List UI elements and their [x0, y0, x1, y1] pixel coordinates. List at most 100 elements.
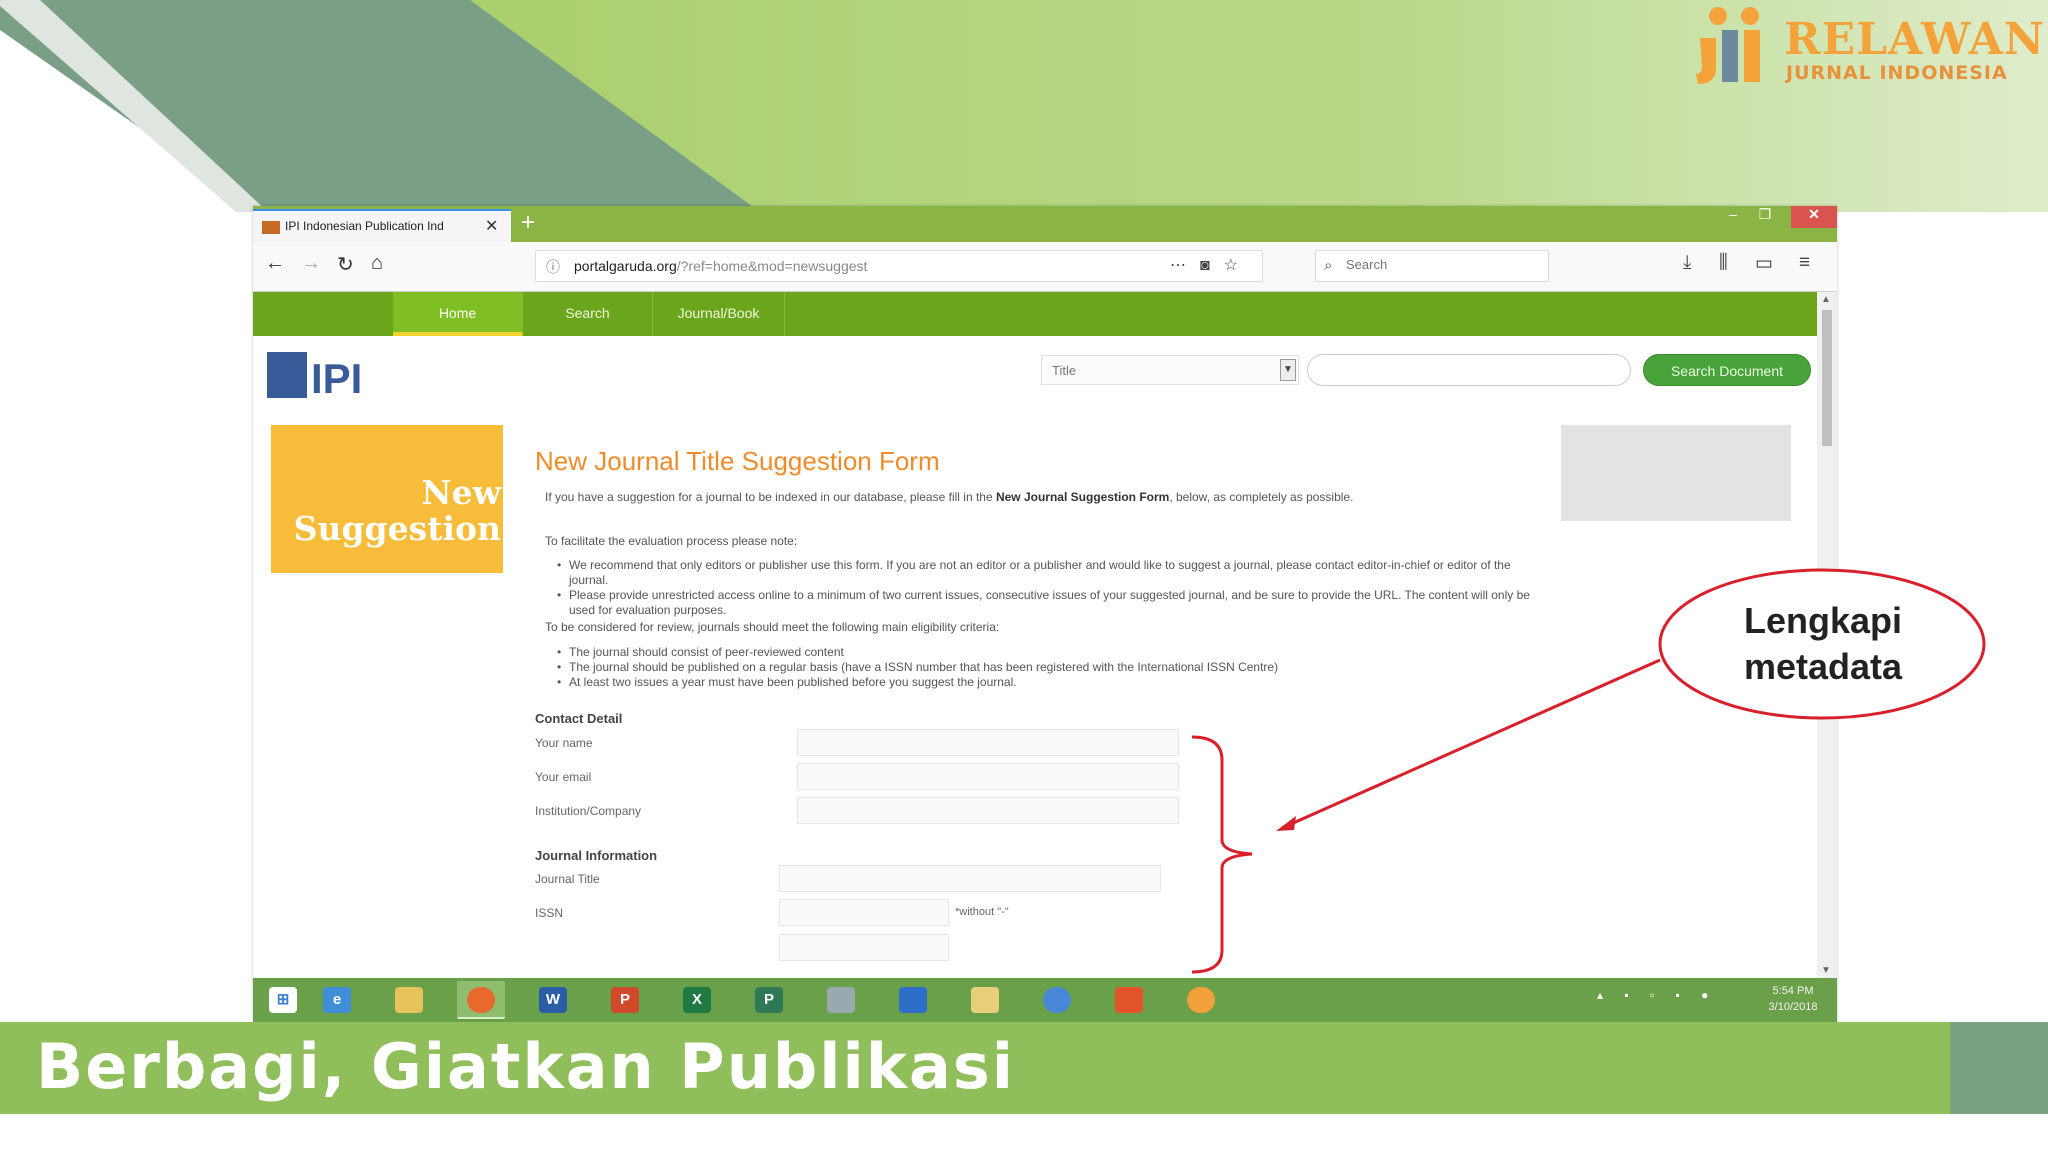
address-bar[interactable]: ⓘ portalgaruda.org/?ref=home&mod=newsugg… [535, 250, 1263, 282]
scrollbar-thumb[interactable] [1822, 310, 1832, 446]
site-info-icon[interactable]: ⓘ [546, 257, 560, 277]
firefox-icon [467, 987, 495, 1013]
page-actions-menu-icon[interactable]: ⋯ [1170, 257, 1200, 274]
nav-search[interactable]: Search [523, 292, 653, 336]
bookmark-star-icon[interactable]: ☆ [1224, 257, 1252, 274]
nav-journal-book[interactable]: Journal/Book [653, 292, 785, 336]
search-field-value: Title [1052, 363, 1077, 378]
rji-mark-icon [1696, 7, 1760, 84]
search-field-select[interactable]: Title ▼ [1041, 355, 1299, 385]
sidebar-icon[interactable]: ▭ [1755, 252, 1773, 275]
criteria-item: The journal should consist of peer-revie… [557, 645, 1535, 660]
new-tab-button[interactable]: + [521, 209, 535, 237]
new-suggestion-banner: New Suggestion [271, 425, 503, 573]
taskbar-file-explorer[interactable] [385, 981, 433, 1019]
your-email-label: Your email [535, 770, 592, 784]
menu-icon[interactable]: ≡ [1799, 252, 1810, 274]
library-icon[interactable]: ⫼ [1719, 252, 1728, 274]
institution-field[interactable] [797, 797, 1179, 824]
banner-line-2: Suggestion [293, 509, 501, 548]
url-path: /?ref=home&mod=newsuggest [676, 258, 868, 274]
issn-label: ISSN [535, 906, 564, 920]
taskbar-foxit[interactable] [1105, 981, 1153, 1019]
folder-yellow-icon [971, 987, 999, 1013]
system-tray[interactable]: ▴ ▪ ▫ ▪ ● [1597, 988, 1717, 1002]
your-name-label: Your name [535, 736, 593, 750]
contact-detail-heading: Contact Detail [535, 711, 623, 726]
taskbar-powerpoint[interactable]: P [601, 981, 649, 1019]
tab-bar: IPI Indonesian Publication Ind ✕ + – ❐ ✕ [253, 206, 1837, 242]
intro-text-bold: New Journal Suggestion Form [995, 490, 1170, 504]
taskbar-clock[interactable]: 5:54 PM 3/10/2018 [1763, 983, 1823, 1015]
ipi-logo-emblem-icon [267, 352, 307, 398]
folder-icon [395, 987, 423, 1013]
criteria-item: At least two issues a year must have bee… [557, 675, 1535, 690]
taskbar-folder[interactable] [961, 981, 1009, 1019]
taskbar-scanner[interactable] [889, 981, 937, 1019]
intro-text-a: If you have a suggestion for a journal t… [545, 490, 996, 504]
powerpoint-icon: P [611, 987, 639, 1013]
note-item: We recommend that only editors or publis… [557, 558, 1535, 588]
project-icon: P [755, 987, 783, 1013]
banner-line-1: New [421, 473, 501, 512]
scroll-up-icon[interactable]: ▲ [1821, 294, 1831, 305]
word-icon: W [539, 987, 567, 1013]
pocket-icon[interactable]: ◙ [1200, 257, 1224, 274]
journal-information-heading: Journal Information [535, 848, 658, 863]
forward-arrow-icon[interactable]: → [301, 252, 321, 275]
taskbar-chrome[interactable] [1033, 981, 1081, 1019]
internet-explorer-icon: e [323, 987, 351, 1013]
windows-taskbar: ⊞ e W P X P ▴ ▪ ▫ ▪ ● 5:54 PM 3/10/2018 [253, 978, 1837, 1022]
paint-icon [827, 987, 855, 1013]
page-actions: ⋯◙☆ [1170, 255, 1252, 275]
search-document-button[interactable]: Search Document [1643, 354, 1811, 386]
minimize-button[interactable]: – [1719, 206, 1747, 228]
chevron-down-icon[interactable]: ▼ [1280, 359, 1296, 381]
media-player-icon [1187, 987, 1215, 1013]
intro-text: If you have a suggestion for a journal t… [545, 490, 1535, 505]
callout: Lengkapi metadata [1660, 568, 1986, 720]
ad-placeholder [1561, 425, 1791, 521]
taskbar-firefox[interactable] [457, 981, 505, 1019]
close-tab-icon[interactable]: ✕ [485, 216, 498, 236]
taskbar-ie[interactable]: e [313, 981, 361, 1019]
excel-icon: X [683, 987, 711, 1013]
brand-subtitle: JURNAL INDONESIA [1786, 62, 2008, 84]
reload-icon[interactable]: ↻ [337, 252, 354, 277]
callout-line-2: metadata [1743, 646, 1903, 687]
clock-time: 5:54 PM [1772, 985, 1814, 997]
journal-title-field[interactable] [779, 865, 1161, 892]
issn-field[interactable] [779, 899, 949, 926]
your-name-field[interactable] [797, 729, 1179, 756]
scroll-down-icon[interactable]: ▼ [1821, 965, 1831, 976]
nav-home[interactable]: Home [393, 292, 523, 336]
ipi-logo[interactable]: IPI [267, 346, 379, 402]
close-window-button[interactable]: ✕ [1791, 206, 1837, 228]
browser-search-box[interactable]: ⌕ [1315, 250, 1549, 282]
tab-title: IPI Indonesian Publication Ind [285, 219, 444, 233]
taskbar-project[interactable]: P [745, 981, 793, 1019]
taskbar-media[interactable] [1177, 981, 1225, 1019]
back-arrow-icon[interactable]: ← [265, 252, 285, 275]
browser-search-input[interactable] [1346, 257, 1536, 272]
chrome-icon [1043, 987, 1071, 1013]
home-icon[interactable]: ⌂ [371, 252, 383, 275]
taskbar-paint[interactable] [817, 981, 865, 1019]
web-page: Home Search Journal/Book IPI Title ▼ Sea… [253, 292, 1817, 978]
taskbar-word[interactable]: W [529, 981, 577, 1019]
browser-window: IPI Indonesian Publication Ind ✕ + – ❐ ✕… [253, 206, 1837, 1022]
download-icon[interactable]: ⤓ [1683, 252, 1691, 274]
brand-name: RELAWAN [1784, 14, 2045, 65]
next-field[interactable] [779, 934, 949, 961]
your-email-field[interactable] [797, 763, 1179, 790]
start-button[interactable]: ⊞ [259, 981, 307, 1019]
document-search-input[interactable] [1307, 354, 1631, 386]
presentation-slide: RELAWAN JURNAL INDONESIA IPI Indonesian … [0, 0, 2048, 1152]
note-heading: To facilitate the evaluation process ple… [545, 534, 798, 548]
ipi-favicon-icon [262, 221, 280, 234]
restore-button[interactable]: ❐ [1751, 206, 1779, 228]
taskbar-excel[interactable]: X [673, 981, 721, 1019]
page-title: New Journal Title Suggestion Form [535, 446, 940, 476]
browser-tab[interactable]: IPI Indonesian Publication Ind ✕ [253, 209, 511, 242]
banner-slogan: Berbagi, Giatkan Publikasi [36, 1030, 1015, 1103]
